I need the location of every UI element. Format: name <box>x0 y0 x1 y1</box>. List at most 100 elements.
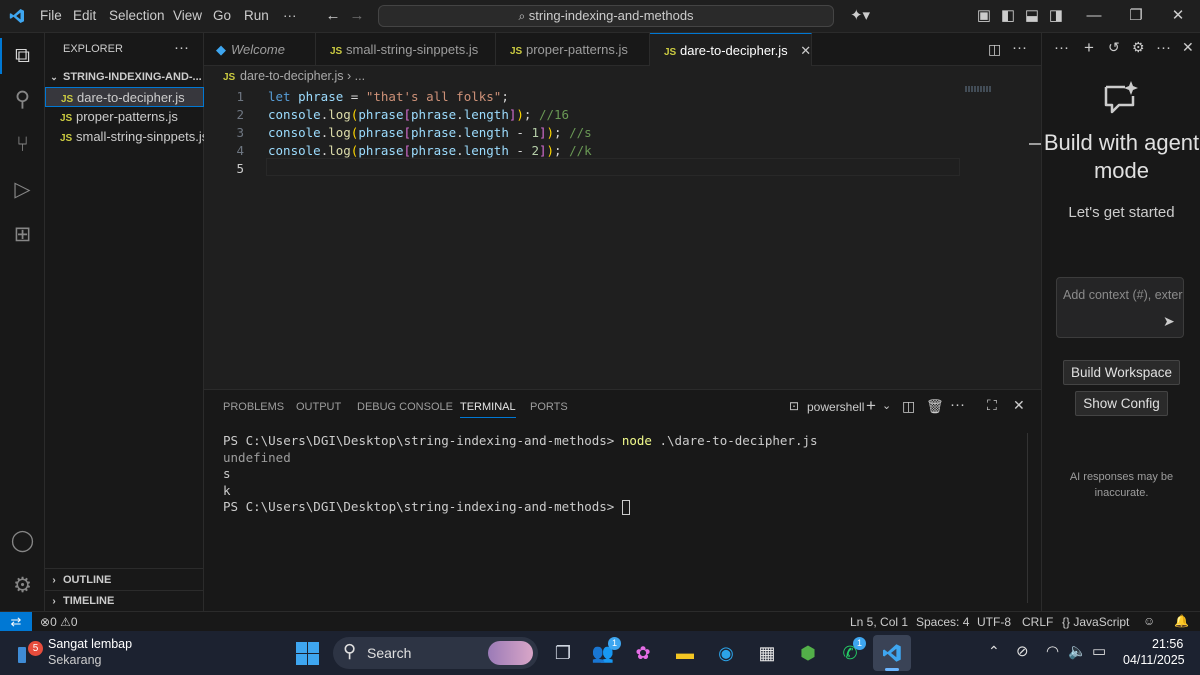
accounts-icon[interactable]: ◯ <box>0 521 45 561</box>
outline-label: OUTLINE <box>63 574 112 586</box>
store-icon[interactable]: ▦ <box>752 639 782 667</box>
teams-icon[interactable]: 👥 1 <box>588 637 621 667</box>
layout-customize-icon[interactable]: ▣ <box>975 7 993 25</box>
menu-edit[interactable]: Edit <box>73 8 96 23</box>
notifications-off-icon[interactable]: ⊘ <box>1016 642 1029 660</box>
manage-gear-icon[interactable]: ⚙ <box>0 566 45 606</box>
source-control-icon[interactable]: ⑂ <box>0 125 45 165</box>
terminal-scrollbar[interactable] <box>1027 433 1037 603</box>
taskbar-search[interactable]: ⚲ Search <box>333 637 538 669</box>
battery-icon[interactable]: ▭ <box>1092 642 1106 660</box>
language-mode[interactable]: {} JavaScript <box>1062 615 1129 629</box>
explorer-icon[interactable]: ⧉ <box>0 36 45 76</box>
outline-section[interactable]: › OUTLINE <box>45 570 204 590</box>
code-editor[interactable]: JS dare-to-decipher.js › ... 1 2 3 4 5 le… <box>204 66 1041 389</box>
minimap[interactable] <box>965 86 991 92</box>
windows-start-icon[interactable] <box>296 642 320 666</box>
edge-icon[interactable]: ◉ <box>711 639 741 667</box>
encoding[interactable]: UTF-8 <box>977 615 1011 629</box>
menu-more[interactable]: ··· <box>283 8 297 23</box>
build-workspace-button[interactable]: Build Workspace <box>1063 360 1180 385</box>
chat-more2-icon[interactable]: ··· <box>1156 39 1171 56</box>
file-item[interactable]: JS proper-patterns.js <box>45 107 204 127</box>
tab-welcome[interactable]: ◆ Welcome <box>204 33 316 66</box>
extensions-icon[interactable]: ⊞ <box>0 215 45 255</box>
command-center-search[interactable]: ⌕ string-indexing-and-methods <box>378 5 834 27</box>
tab-problems[interactable]: PROBLEMS <box>223 401 284 413</box>
copilot-icon[interactable]: ✦▾ <box>846 7 874 25</box>
cursor-position[interactable]: Ln 5, Col 1 <box>850 615 908 629</box>
chat-input[interactable]: Add context (#), exter ➤ <box>1056 277 1184 338</box>
send-icon[interactable]: ➤ <box>1163 313 1175 330</box>
weather-title[interactable]: Sangat lembap <box>48 637 132 651</box>
run-debug-icon[interactable]: ▷ <box>0 170 45 210</box>
tab-dare-to-decipher[interactable]: JS dare-to-decipher.js ✕ <box>650 33 812 66</box>
file-explorer-icon[interactable]: ▬ <box>670 639 700 667</box>
tab-debug-console[interactable]: DEBUG CONSOLE <box>357 401 453 413</box>
editor-more-icon[interactable]: ··· <box>1012 39 1027 56</box>
menu-run[interactable]: Run <box>244 8 269 23</box>
maximize-panel-icon[interactable]: ⛶ <box>987 397 997 414</box>
wifi-icon[interactable]: ◠ <box>1046 642 1059 660</box>
split-editor-icon[interactable]: ◫ <box>988 41 1001 58</box>
toggle-secondary-sidebar-icon[interactable]: ◨ <box>1047 7 1065 25</box>
menu-view[interactable]: View <box>173 8 202 23</box>
chat-more-icon[interactable]: ··· <box>1054 39 1069 56</box>
copilot-status-icon[interactable]: ☺ <box>1143 614 1155 628</box>
menu-selection[interactable]: Selection <box>109 8 165 23</box>
menu-go[interactable]: Go <box>213 8 231 23</box>
back-arrow-icon[interactable]: ← <box>324 7 342 25</box>
search-view-icon[interactable]: ⚲ <box>0 80 45 120</box>
timeline-section[interactable]: › TIMELINE <box>45 590 204 610</box>
close-window-icon[interactable]: ✕ <box>1169 7 1187 25</box>
new-terminal-icon[interactable]: + <box>866 396 876 416</box>
clock-time[interactable]: 21:56 <box>1152 637 1183 651</box>
panel-more-icon[interactable]: ··· <box>950 396 965 413</box>
clock-date[interactable]: 04/11/2025 <box>1123 653 1185 667</box>
forward-arrow-icon[interactable]: → <box>348 7 366 25</box>
trash-icon[interactable]: 🗑 <box>926 398 944 415</box>
file-item[interactable]: JS small-string-sinppets.js <box>45 127 208 147</box>
breadcrumb-file[interactable]: dare-to-decipher.js <box>240 69 344 83</box>
new-chat-icon[interactable]: + <box>1084 38 1094 58</box>
vscode-taskbar-icon[interactable] <box>873 635 911 671</box>
toggle-sidebar-icon[interactable]: ◧ <box>999 7 1017 25</box>
node-icon[interactable]: ⬢ <box>793 639 823 667</box>
weather-widget-icon[interactable]: 5 <box>14 641 43 665</box>
tab-small-string-sinppets[interactable]: JS small-string-sinppets.js <box>316 33 496 66</box>
problems-status[interactable]: ⊗0 ⚠0 <box>40 615 78 629</box>
explorer-more-icon[interactable]: ··· <box>174 39 189 56</box>
minimize-icon[interactable]: — <box>1085 7 1103 25</box>
whatsapp-icon[interactable]: ✆ 1 <box>835 637 866 667</box>
task-view-icon[interactable]: ❐ <box>548 639 578 667</box>
restore-icon[interactable]: ❐ <box>1127 7 1145 25</box>
chat-close-icon[interactable]: ✕ <box>1182 39 1194 56</box>
workspace-folder[interactable]: ⌄ STRING-INDEXING-AND-... <box>45 67 204 87</box>
history-icon[interactable]: ↺ <box>1108 39 1120 56</box>
file-item[interactable]: JS dare-to-decipher.js <box>45 87 204 107</box>
copilot-app-icon[interactable]: ✿ <box>628 639 658 667</box>
split-terminal-icon[interactable]: ◫ <box>902 398 915 415</box>
tab-ports[interactable]: PORTS <box>530 401 568 413</box>
close-tab-icon[interactable]: ✕ <box>800 43 811 58</box>
terminal-output[interactable]: PS C:\Users\DGI\Desktop\string-indexing-… <box>223 433 818 516</box>
show-config-button[interactable]: Show Config <box>1075 391 1168 416</box>
tab-label: small-string-sinppets.js <box>346 42 479 57</box>
notifications-bell-icon[interactable]: 🔔 <box>1174 614 1189 628</box>
chevron-down-icon[interactable]: ⌄ <box>882 399 891 412</box>
breadcrumb-more[interactable]: ... <box>355 69 365 83</box>
line-ending[interactable]: CRLF <box>1022 615 1053 629</box>
indentation[interactable]: Spaces: 4 <box>916 615 969 629</box>
tab-terminal[interactable]: TERMINAL <box>460 401 516 418</box>
scrollbar-marker[interactable] <box>1029 143 1041 145</box>
tray-chevron-up-icon[interactable]: ⌃ <box>988 643 1000 660</box>
terminal-shell-label[interactable]: powershell <box>807 400 864 414</box>
close-panel-icon[interactable]: ✕ <box>1013 397 1025 414</box>
toggle-panel-icon[interactable]: ⬓ <box>1023 7 1041 25</box>
menu-file[interactable]: File <box>40 8 62 23</box>
remote-icon[interactable]: ⇄ <box>0 612 32 631</box>
tab-output[interactable]: OUTPUT <box>296 401 341 413</box>
volume-icon[interactable]: 🔈 <box>1068 642 1087 660</box>
chat-gear-icon[interactable]: ⚙ <box>1132 39 1145 56</box>
tab-proper-patterns[interactable]: JS proper-patterns.js <box>496 33 650 66</box>
